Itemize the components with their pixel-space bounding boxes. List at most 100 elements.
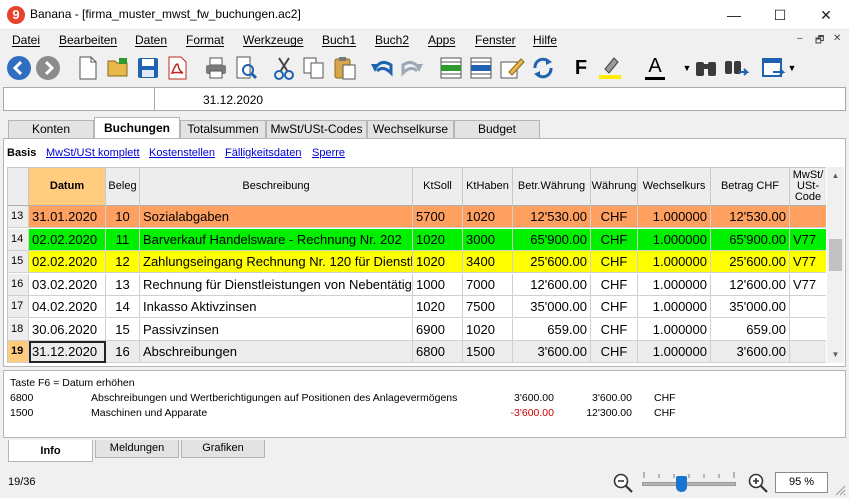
row-number[interactable]: 18 (8, 318, 29, 341)
cell-beleg[interactable]: 16 (106, 341, 140, 363)
cell-beschreibung[interactable]: Abschreibungen (140, 341, 413, 363)
menu-daten[interactable]: Daten (135, 33, 167, 47)
cell-ktsoll[interactable]: 5700 (413, 206, 463, 228)
cell-datum[interactable]: 30.06.2020 (29, 318, 106, 341)
cell-kthaben[interactable]: 1020 (463, 206, 513, 228)
zoom-slider-handle[interactable] (676, 476, 688, 492)
cell-datum[interactable]: 02.02.2020 (29, 251, 106, 273)
cell-ktsoll[interactable]: 1020 (413, 228, 463, 251)
font-color-icon[interactable]: A (641, 54, 669, 82)
tab-grafiken[interactable]: Grafiken (181, 440, 265, 458)
menu-buch1[interactable]: Buch1 (322, 33, 356, 47)
cell-betrag-waehrung[interactable]: 12'530.00 (513, 206, 591, 228)
cell-wechselkurs[interactable]: 1.000000 (638, 228, 711, 251)
window-icon[interactable] (760, 54, 788, 82)
find-icon[interactable] (692, 54, 720, 82)
cell-beschreibung[interactable]: Sozialabgaben (140, 206, 413, 228)
row-number[interactable]: 13 (8, 206, 29, 228)
cell-betrag-waehrung[interactable]: 35'000.00 (513, 296, 591, 318)
redo-icon[interactable] (398, 54, 426, 82)
menu-apps[interactable]: Apps (428, 33, 455, 47)
cell-betrag-chf[interactable]: 25'600.00 (711, 251, 790, 273)
column-header-beleg[interactable]: Beleg (106, 168, 140, 206)
zoom-in-icon[interactable] (747, 472, 769, 497)
row-number[interactable]: 17 (8, 296, 29, 318)
cell-betrag-waehrung[interactable]: 12'600.00 (513, 273, 591, 296)
cell-betrag-waehrung[interactable]: 3'600.00 (513, 341, 591, 363)
new-file-icon[interactable] (74, 54, 102, 82)
cell-datum[interactable]: 03.02.2020 (29, 273, 106, 296)
cell-ktsoll[interactable]: 1020 (413, 296, 463, 318)
cell-beleg[interactable]: 10 (106, 206, 140, 228)
column-header-betrag-chf[interactable]: Betrag CHF (711, 168, 790, 206)
cell-waehrung[interactable]: CHF (591, 228, 638, 251)
forward-icon[interactable] (34, 54, 62, 82)
cell-datum[interactable]: 31.12.2020 (29, 341, 106, 363)
save-icon[interactable] (134, 54, 162, 82)
cell-beleg[interactable]: 15 (106, 318, 140, 341)
zoom-out-icon[interactable] (612, 472, 634, 497)
tab-budget[interactable]: Budget (454, 120, 540, 138)
cell-betrag-chf[interactable]: 12'600.00 (711, 273, 790, 296)
window-dropdown-icon[interactable]: ▼ (785, 54, 799, 82)
cell-ktsoll[interactable]: 6800 (413, 341, 463, 363)
tab-meldungen[interactable]: Meldungen (95, 440, 179, 458)
cell-beschreibung[interactable]: Inkasso Aktivzinsen (140, 296, 413, 318)
cell-mwst-code[interactable]: V77 (790, 273, 826, 296)
menu-buch2[interactable]: Buch2 (375, 33, 409, 47)
cell-ktsoll[interactable]: 6900 (413, 318, 463, 341)
cell-betrag-chf[interactable]: 35'000.00 (711, 296, 790, 318)
minimize-button[interactable]: — (711, 0, 757, 30)
cell-mwst-code[interactable]: V77 (790, 251, 826, 273)
maximize-button[interactable]: ☐ (757, 0, 803, 30)
cell-kthaben[interactable]: 3400 (463, 251, 513, 273)
cell-waehrung[interactable]: CHF (591, 251, 638, 273)
cell-betrag-waehrung[interactable]: 25'600.00 (513, 251, 591, 273)
insert-rows-icon[interactable] (437, 54, 465, 82)
menu-hilfe[interactable]: Hilfe (533, 33, 557, 47)
column-header-mwst-code[interactable]: MwSt/ USt-Code (790, 168, 826, 206)
column-header-datum[interactable]: Datum (29, 168, 106, 206)
cell-kthaben[interactable]: 1020 (463, 318, 513, 341)
cell-kthaben[interactable]: 3000 (463, 228, 513, 251)
cell-mwst-code[interactable] (790, 296, 826, 318)
view-kostenstellen[interactable]: Kostenstellen (149, 147, 215, 159)
menu-werkzeuge[interactable]: Werkzeuge (243, 33, 303, 47)
menu-fenster[interactable]: Fenster (475, 33, 516, 47)
tab-konten[interactable]: Konten (8, 120, 94, 138)
cell-betrag-waehrung[interactable]: 65'900.00 (513, 228, 591, 251)
cell-kthaben[interactable]: 7500 (463, 296, 513, 318)
cell-wechselkurs[interactable]: 1.000000 (638, 341, 711, 363)
cell-wechselkurs[interactable]: 1.000000 (638, 206, 711, 228)
delete-rows-icon[interactable] (467, 54, 495, 82)
cell-kthaben[interactable]: 7000 (463, 273, 513, 296)
cell-beleg[interactable]: 12 (106, 251, 140, 273)
column-header-wechselkurs[interactable]: Wechselkurs (638, 168, 711, 206)
cell-wechselkurs[interactable]: 1.000000 (638, 273, 711, 296)
cell-betrag-chf[interactable]: 12'530.00 (711, 206, 790, 228)
column-header-beschreibung[interactable]: Beschreibung (140, 168, 413, 206)
cell-wechselkurs[interactable]: 1.000000 (638, 251, 711, 273)
tab-info[interactable]: Info (8, 440, 93, 462)
view-mwst-komplett[interactable]: MwSt/USt komplett (46, 147, 140, 159)
cell-wechselkurs[interactable]: 1.000000 (638, 296, 711, 318)
undo-icon[interactable] (368, 54, 396, 82)
replace-icon[interactable] (722, 54, 750, 82)
cell-mwst-code[interactable]: V77 (790, 228, 826, 251)
tab-totalsummen[interactable]: Totalsummen (180, 120, 266, 138)
view-basis[interactable]: Basis (7, 147, 36, 159)
menu-format[interactable]: Format (186, 33, 224, 47)
scroll-down-icon[interactable]: ▼ (827, 346, 844, 363)
cell-kthaben[interactable]: 1500 (463, 341, 513, 363)
back-icon[interactable] (5, 54, 33, 82)
mdi-close-button[interactable]: ✕ (833, 33, 841, 44)
paste-icon[interactable] (331, 54, 359, 82)
cell-datum[interactable]: 04.02.2020 (29, 296, 106, 318)
bold-icon[interactable]: F (567, 54, 595, 82)
cut-icon[interactable] (270, 54, 298, 82)
cell-betrag-waehrung[interactable]: 659.00 (513, 318, 591, 341)
cell-beleg[interactable]: 11 (106, 228, 140, 251)
zoom-level-field[interactable]: 95 % (775, 472, 828, 493)
cell-waehrung[interactable]: CHF (591, 318, 638, 341)
vertical-scrollbar[interactable]: ▲ ▼ (827, 167, 844, 363)
